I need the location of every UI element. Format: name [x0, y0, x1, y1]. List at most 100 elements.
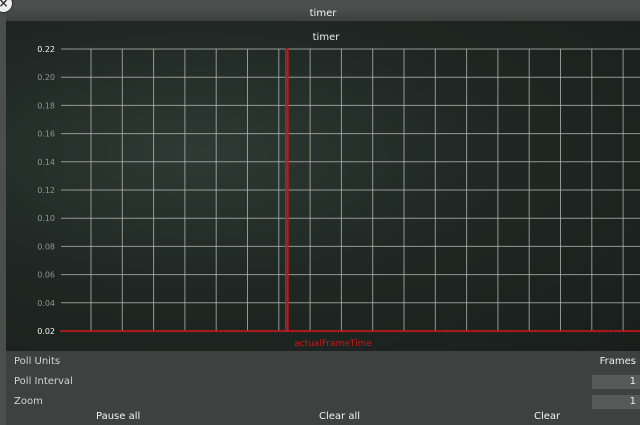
series-point [64, 330, 67, 333]
series-point [585, 330, 587, 333]
series-point [72, 330, 75, 333]
series-point [450, 330, 453, 333]
series-point [85, 330, 88, 333]
series-point [580, 330, 583, 333]
series-point [551, 330, 554, 333]
series-point [354, 330, 356, 333]
zoom-input[interactable]: 1 [592, 395, 640, 409]
series-point [375, 330, 377, 333]
series-point [488, 330, 491, 333]
series-point [198, 330, 201, 333]
series-point [110, 330, 113, 333]
y-tick-label: 0.08 [37, 242, 55, 251]
series-point [471, 330, 474, 333]
series-label: actualFrameTime [294, 339, 372, 349]
series-point [165, 330, 167, 333]
series-point [517, 330, 520, 333]
series-point [102, 330, 104, 333]
series-point [131, 330, 134, 333]
series-point [156, 330, 159, 333]
y-tick-label: 0.02 [37, 327, 55, 336]
y-tick-label: 0.18 [37, 101, 55, 110]
pause-all-button[interactable]: Pause all [96, 408, 140, 425]
series-point [76, 330, 79, 333]
series-point [400, 330, 403, 333]
series-point [211, 330, 214, 333]
series-point [278, 330, 281, 333]
series-point [295, 330, 298, 333]
poll-interval-input[interactable]: 1 [592, 375, 640, 389]
series-point [442, 330, 445, 333]
series-point [181, 330, 184, 333]
series-point [463, 330, 466, 333]
y-tick-label: 0.22 [37, 45, 55, 54]
series-point [236, 330, 239, 333]
timer-chart: timer 0.22 0.20 0.18 0.16 0.14 0.12 0.10 0.08 0.0… [6, 21, 640, 351]
series-point [614, 330, 617, 333]
series-point [370, 330, 373, 333]
series-point [127, 330, 130, 333]
series-point [232, 330, 235, 333]
clear-all-button[interactable]: Clear all [319, 408, 360, 425]
series-point [484, 330, 487, 333]
series-point [169, 330, 172, 333]
series-point [160, 330, 163, 333]
series-point [513, 330, 516, 333]
series-point [543, 330, 545, 333]
y-tick-label: 0.06 [37, 271, 55, 280]
series-point [261, 330, 264, 333]
y-tick-label: 0.14 [37, 158, 55, 167]
series-point [547, 330, 550, 333]
series-point [438, 330, 440, 333]
series-point [425, 330, 428, 333]
series-point [593, 330, 596, 333]
series-point [286, 330, 289, 333]
series-point [303, 330, 306, 333]
poll-units-dropdown[interactable]: Frames [596, 355, 640, 369]
clear-button[interactable]: Clear [534, 408, 560, 425]
series-point [186, 330, 188, 333]
series-point [505, 330, 508, 333]
series-point [173, 330, 176, 333]
series-point [223, 330, 226, 333]
series-point [564, 330, 566, 333]
series-point [177, 330, 180, 333]
series-point [379, 330, 382, 333]
series-point [538, 330, 541, 333]
series-point [459, 330, 461, 333]
series-point [467, 330, 470, 333]
window-titlebar[interactable]: timer [6, 6, 640, 21]
series-point [492, 330, 495, 333]
series-point [366, 330, 369, 333]
series-point [606, 330, 608, 333]
y-tick-label: 0.20 [37, 73, 55, 82]
series-point [475, 330, 478, 333]
series-point [333, 330, 335, 333]
series-point [316, 330, 319, 333]
series-point [534, 330, 537, 333]
series-point [320, 330, 323, 333]
series-point [282, 330, 285, 333]
series-point [123, 330, 125, 333]
series-point [194, 330, 197, 333]
series-point [257, 330, 260, 333]
y-tick-label: 0.12 [37, 186, 55, 195]
series-point [601, 330, 604, 333]
series-point [345, 330, 348, 333]
series-point [631, 330, 634, 333]
series-point [576, 330, 579, 333]
series-point [240, 330, 243, 333]
series-point [496, 330, 499, 333]
series-point [68, 330, 71, 333]
series-point [396, 330, 398, 333]
chart-title: timer [313, 32, 341, 43]
series-point [93, 330, 96, 333]
series-point [270, 330, 272, 333]
zoom-label: Zoom [14, 396, 43, 407]
series-point [291, 330, 293, 333]
series-point [530, 330, 533, 333]
series-point [421, 330, 424, 333]
series-point [60, 330, 62, 333]
series-point [501, 330, 503, 333]
series-point [81, 330, 83, 333]
